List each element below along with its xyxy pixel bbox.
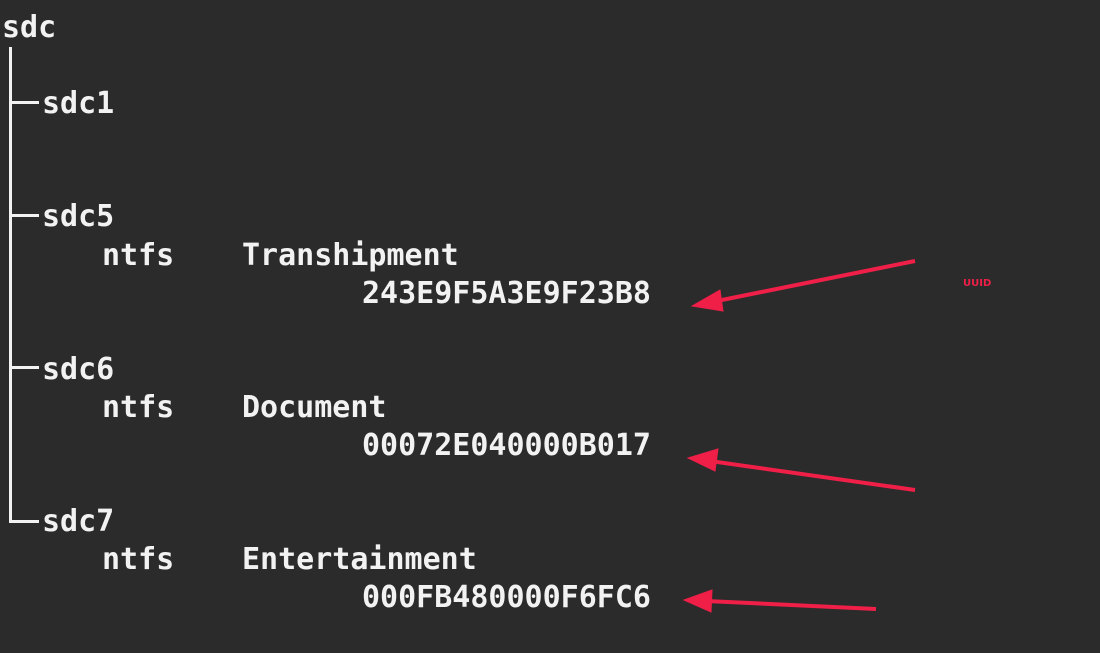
arrowhead-sdc5 — [690, 289, 724, 312]
uuid-annotation-label: UUID — [963, 278, 992, 289]
annotation-arrows — [682, 259, 916, 613]
arrow-to-uuid-sdc6 — [709, 459, 916, 492]
arrow-to-uuid-sdc5 — [711, 259, 916, 304]
terminal-window: sdc sdc1 sdc5 ntfs Transhipment 243E9F5A… — [0, 0, 1100, 653]
arrowhead-sdc7 — [682, 589, 713, 613]
arrowhead-sdc6 — [686, 448, 719, 472]
arrow-to-uuid-sdc7 — [705, 599, 877, 611]
